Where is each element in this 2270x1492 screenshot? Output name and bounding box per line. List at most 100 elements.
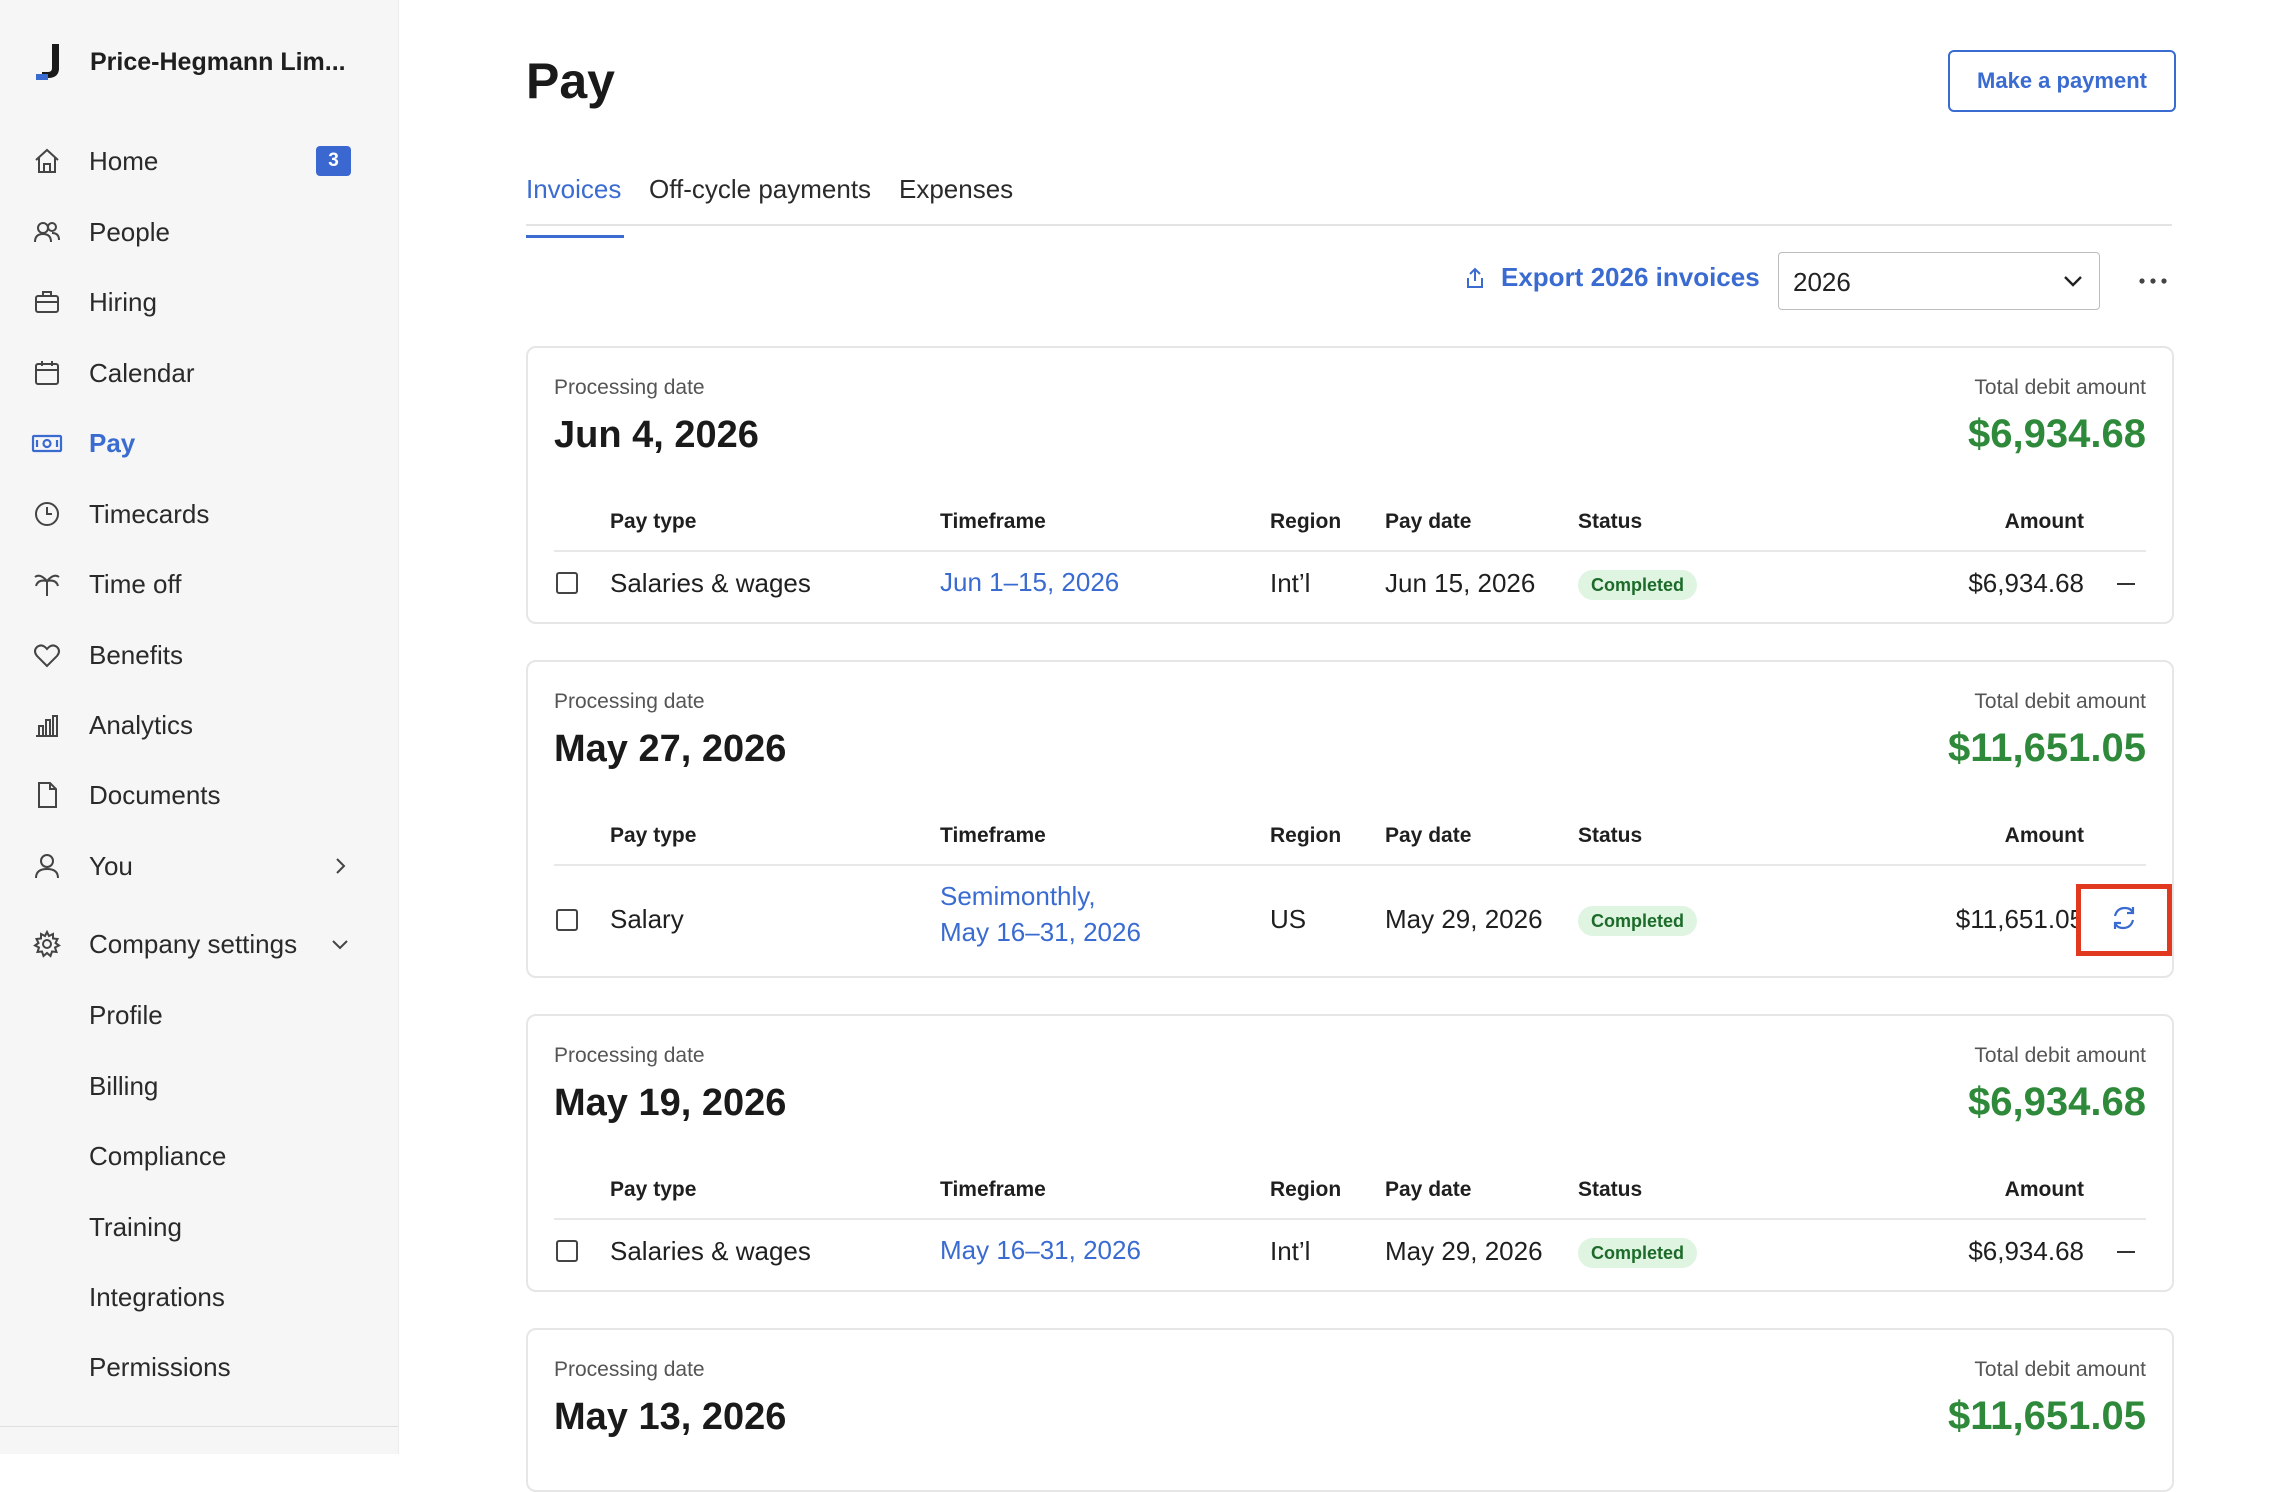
col-timeframe: Timeframe [940,1178,1046,1201]
collapse-dash-icon[interactable] [2106,564,2146,604]
settings-item-training[interactable]: Training [89,1207,182,1247]
total-debit-amount: $6,934.68 [1968,412,2146,456]
col-amount: Amount [2004,510,2084,533]
year-value: 2026 [1793,267,1851,297]
chevron-down-icon [328,932,352,956]
status-badge: Completed [1578,906,1698,936]
nav-label: Home [89,145,159,176]
people-icon [30,215,64,249]
active-tab-indicator [526,235,624,238]
gear-icon [30,927,64,961]
main-content: Pay Make a payment Invoices Off-cycle pa… [398,0,2270,1492]
user-icon [30,849,64,883]
nav-item-timecards[interactable]: Timecards [0,485,398,543]
nav-item-company-settings[interactable]: Company settings [0,915,398,973]
col-status: Status [1578,1178,1643,1201]
table-row: Salaries & wages Jun 1–15, 2026 Int’l Ju… [554,552,2146,616]
invoice-card: Processing date Jun 4, 2026 Total debit … [526,346,2174,624]
pay-type: Salary [610,904,684,934]
nav-label: Pay [89,427,136,458]
timeframe-link[interactable]: May 16–31, 2026 [940,1232,1141,1268]
settings-item-permissions[interactable]: Permissions [89,1347,231,1387]
settings-item-integrations[interactable]: Integrations [89,1277,225,1317]
notification-badge: 3 [316,146,351,176]
processing-date: May 19, 2026 [554,1082,787,1124]
tab-label: Invoices [526,174,622,204]
sidebar: Price-Hegmann Lim... Home 3 People Hirin… [0,0,399,1454]
company-switcher[interactable]: Price-Hegmann Lim... [32,40,346,84]
processing-date-label: Processing date [554,376,705,399]
col-pay-type: Pay type [610,510,697,533]
nav-item-you[interactable]: You [0,837,398,895]
total-debit-label: Total debit amount [1974,1358,2146,1381]
region: US [1270,904,1307,934]
pay-date: May 29, 2026 [1385,904,1543,934]
nav-item-people[interactable]: People [0,203,398,261]
region: Int’l [1270,568,1311,598]
total-debit-label: Total debit amount [1974,376,2146,399]
nav-label: Company settings [89,928,298,959]
refresh-button[interactable] [2076,884,2172,956]
tab-expenses[interactable]: Expenses [899,174,1013,222]
invoice-card: Processing date May 19, 2026 Total debit… [526,1014,2174,1292]
settings-item-compliance[interactable]: Compliance [89,1136,226,1176]
timeframe-link[interactable]: Semimonthly, May 16–31, 2026 [940,878,1141,950]
settings-item-profile[interactable]: Profile [89,995,163,1035]
nav-item-calendar[interactable]: Calendar [0,344,398,402]
nav-item-pay[interactable]: Pay [0,414,398,472]
make-payment-button[interactable]: Make a payment [1948,50,2176,112]
money-icon [30,426,64,460]
processing-date: May 27, 2026 [554,728,787,770]
collapse-dash-icon[interactable] [2106,1232,2146,1272]
total-debit-amount: $6,934.68 [1968,1080,2146,1124]
more-options-icon[interactable] [2134,262,2172,300]
settings-item-billing[interactable]: Billing [89,1066,158,1106]
document-icon [30,778,64,812]
tab-invoices[interactable]: Invoices [526,174,624,238]
processing-date: Jun 4, 2026 [554,414,759,456]
chevron-right-icon [328,854,352,878]
total-debit-label: Total debit amount [1974,1044,2146,1067]
nav-item-analytics[interactable]: Analytics [0,696,398,754]
col-amount: Amount [2004,1178,2084,1201]
nav-label: Analytics [89,709,194,740]
nav-label: Documents [89,779,221,810]
nav-label: People [89,216,170,247]
nav-label: Benefits [89,639,183,670]
col-status: Status [1578,510,1643,533]
invoice-card: Processing date May 27, 2026 Total debit… [526,660,2174,978]
total-debit-label: Total debit amount [1974,690,2146,713]
tab-off-cycle-payments[interactable]: Off-cycle payments [649,174,871,222]
home-icon [30,144,64,178]
row-checkbox[interactable] [556,572,578,594]
export-invoices-link[interactable]: Export 2026 invoices [1461,262,1760,293]
col-amount: Amount [2004,824,2084,847]
table-row: Salaries & wages May 16–31, 2026 Int’l M… [554,1220,2146,1284]
briefcase-icon [30,285,64,319]
col-pay-date: Pay date [1385,1178,1472,1201]
col-pay-type: Pay type [610,824,697,847]
processing-date-label: Processing date [554,690,705,713]
invoice-toolbar: Export 2026 invoices 2026 [526,252,2172,312]
col-pay-type: Pay type [610,1178,697,1201]
nav-item-home[interactable]: Home 3 [0,132,398,190]
row-checkbox[interactable] [556,909,578,931]
status-badge: Completed [1578,570,1698,600]
export-label: Export 2026 invoices [1501,262,1760,292]
nav-item-benefits[interactable]: Benefits [0,626,398,684]
total-debit-amount: $11,651.05 [1948,726,2146,770]
timeframe-link[interactable]: Jun 1–15, 2026 [940,564,1119,600]
col-region: Region [1270,510,1342,533]
nav-item-hiring[interactable]: Hiring [0,273,398,331]
col-pay-date: Pay date [1385,510,1472,533]
j-logo-icon [32,40,66,84]
invoice-card: Processing date May 13, 2026 Total debit… [526,1328,2174,1492]
year-select[interactable]: 2026 [1778,252,2100,310]
bar-chart-icon [30,708,64,742]
col-timeframe: Timeframe [940,824,1046,847]
nav-item-documents[interactable]: Documents [0,766,398,824]
nav-label: You [89,850,133,881]
row-checkbox[interactable] [556,1240,578,1262]
col-status: Status [1578,824,1643,847]
nav-item-time-off[interactable]: Time off [0,555,398,613]
